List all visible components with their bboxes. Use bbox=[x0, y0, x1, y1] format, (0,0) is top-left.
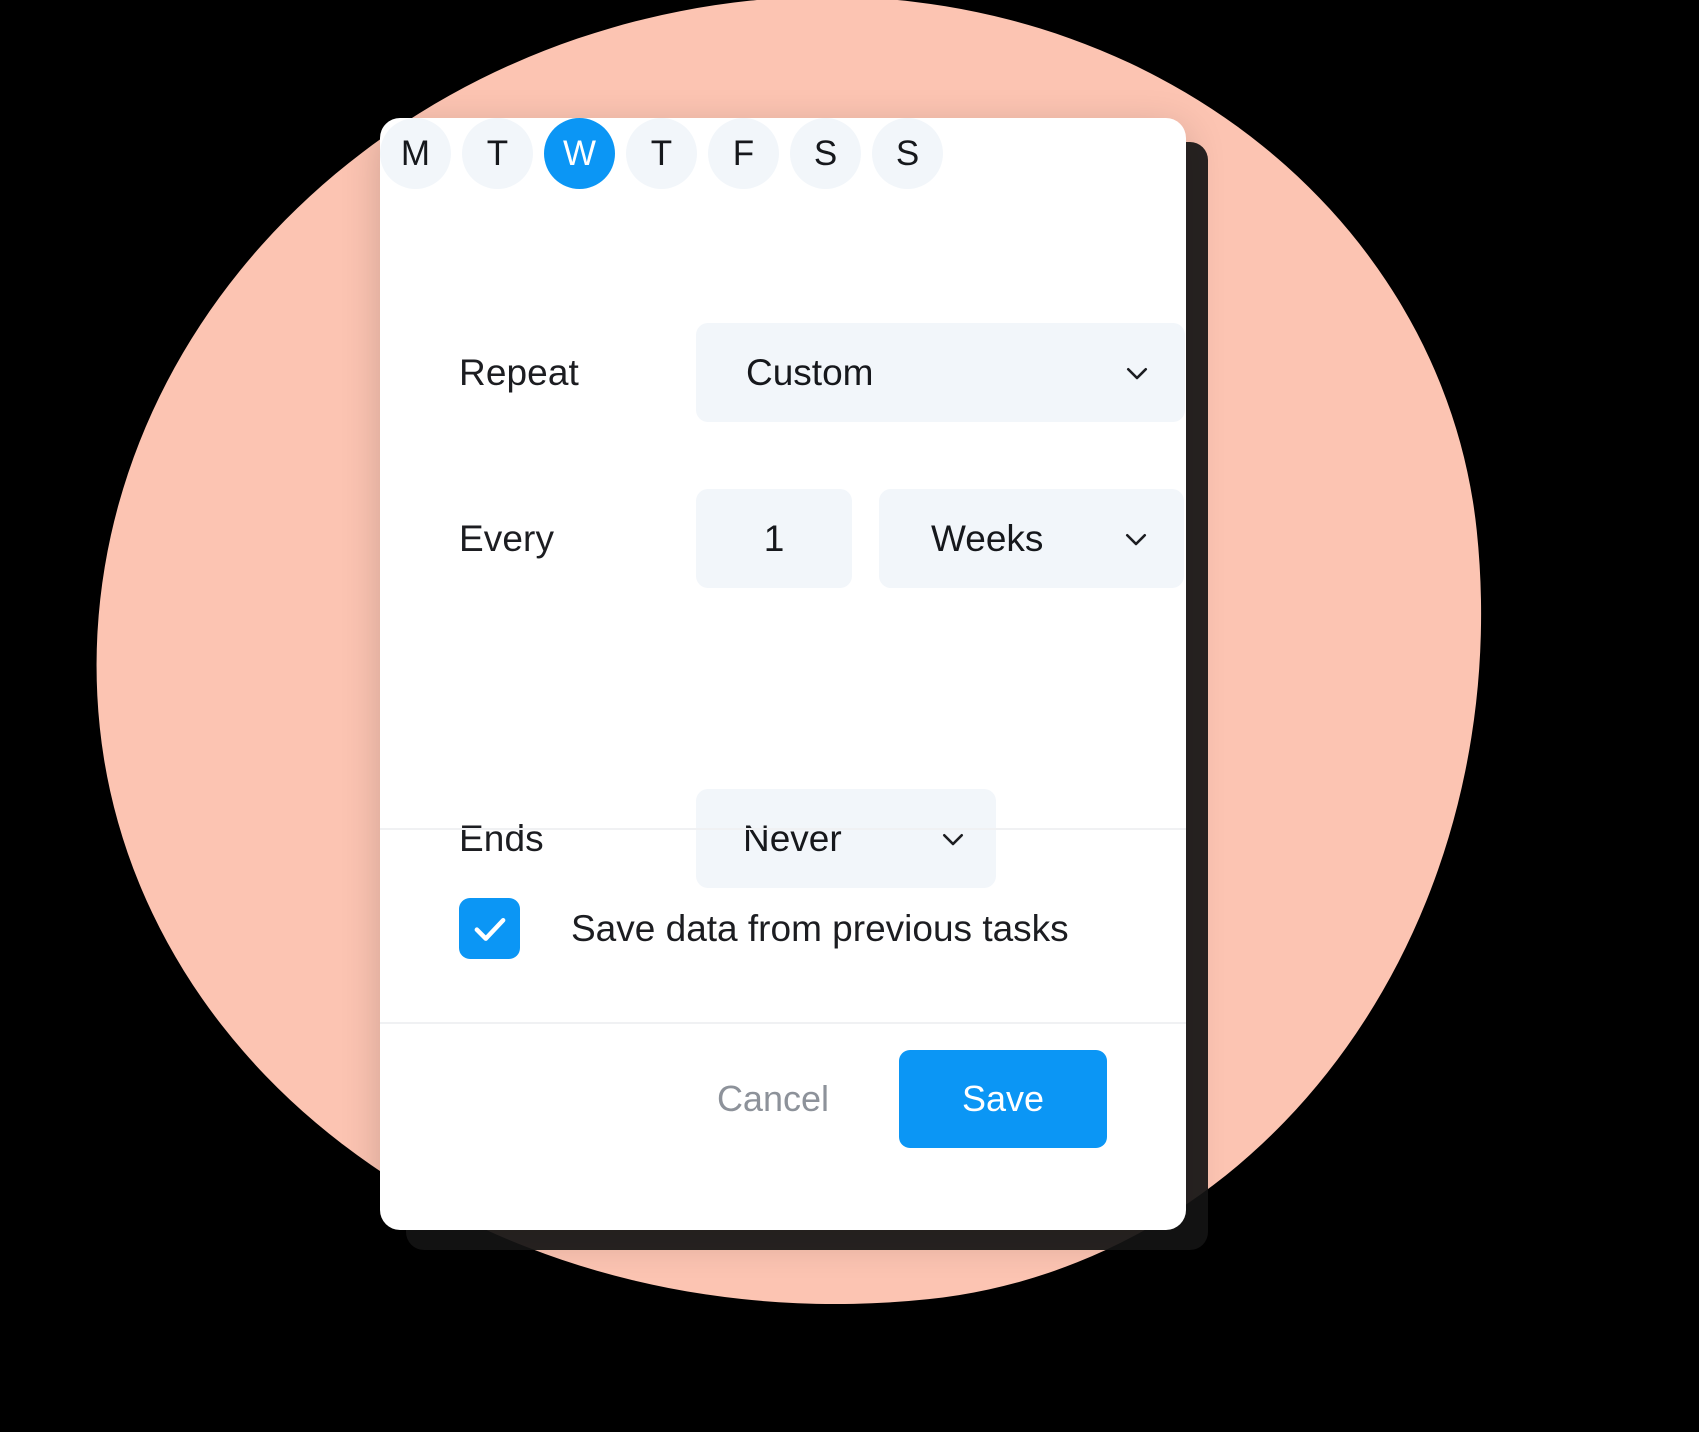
interval-input[interactable]: 1 bbox=[696, 489, 852, 588]
every-row: Every 1 Weeks bbox=[459, 489, 1184, 588]
weekday-selector: MTWTFSS bbox=[380, 118, 1186, 189]
chevron-down-icon bbox=[1122, 358, 1152, 388]
save-previous-label: Save data from previous tasks bbox=[571, 907, 1069, 949]
cancel-button[interactable]: Cancel bbox=[683, 1060, 863, 1138]
ends-select[interactable]: Never bbox=[696, 789, 996, 888]
ends-label: Ends bbox=[459, 817, 544, 859]
ends-row: Ends Never bbox=[459, 789, 996, 888]
chevron-down-icon bbox=[1121, 524, 1151, 554]
every-label: Every bbox=[459, 517, 555, 559]
weekday-pill-saturday[interactable]: S bbox=[790, 118, 861, 189]
weekday-pill-thursday[interactable]: T bbox=[626, 118, 697, 189]
weekday-pill-wednesday[interactable]: W bbox=[544, 118, 615, 189]
save-previous-checkbox[interactable] bbox=[459, 898, 520, 959]
weekday-pill-sunday[interactable]: S bbox=[872, 118, 943, 189]
dialog-actions: Cancel Save bbox=[683, 1050, 1107, 1148]
weekday-pill-tuesday[interactable]: T bbox=[462, 118, 533, 189]
screenshot-stage: Repeat Custom Every 1 Weeks M T W T F S … bbox=[0, 0, 1699, 1432]
weekday-pill-friday[interactable]: F bbox=[708, 118, 779, 189]
interval-value: 1 bbox=[763, 517, 785, 559]
repeat-label: Repeat bbox=[459, 351, 579, 393]
check-icon bbox=[474, 917, 505, 941]
interval-unit-select[interactable]: Weeks bbox=[879, 489, 1184, 588]
divider-above-checkbox bbox=[380, 828, 1186, 830]
save-previous-row[interactable]: Save data from previous tasks bbox=[459, 898, 1069, 959]
repeat-row: Repeat Custom bbox=[459, 323, 1185, 422]
ends-value: Never bbox=[743, 817, 842, 859]
repeat-value: Custom bbox=[746, 351, 874, 393]
weekday-pill-monday[interactable]: M bbox=[380, 118, 451, 189]
recurrence-dialog: Repeat Custom Every 1 Weeks M T W T F S … bbox=[380, 118, 1186, 1230]
interval-unit-value: Weeks bbox=[931, 517, 1044, 559]
save-button[interactable]: Save bbox=[899, 1050, 1107, 1148]
repeat-select[interactable]: Custom bbox=[696, 323, 1185, 422]
divider-above-actions bbox=[380, 1022, 1186, 1024]
